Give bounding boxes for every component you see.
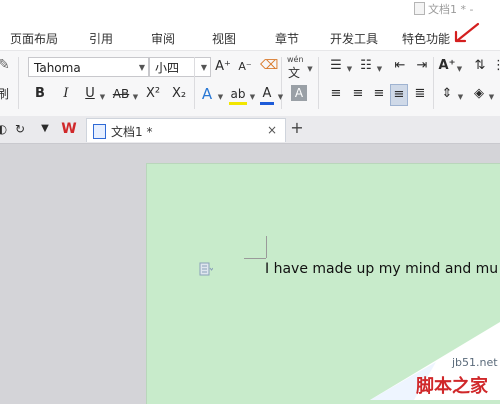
- chevron-down-icon[interactable]: ▼: [488, 87, 495, 107]
- watermark-site: jb51.net: [452, 356, 498, 369]
- bullet-list-icon[interactable]: ☰: [326, 56, 346, 76]
- justify-icon[interactable]: ≡: [390, 84, 408, 106]
- margin-corner-mark: [244, 258, 266, 259]
- document-tab-bar: ◐ ↻ ▼ W 文档1 * × +: [0, 116, 500, 144]
- pinyin-bottom: 文: [288, 66, 301, 80]
- menu-view[interactable]: 视图: [212, 30, 236, 47]
- chevron-down-icon[interactable]: ▼: [456, 59, 463, 79]
- align-right-icon[interactable]: ≡: [371, 84, 387, 104]
- chevron-down-icon[interactable]: ▼: [277, 87, 284, 107]
- document-body-text[interactable]: I have made up my mind and mu: [265, 261, 498, 277]
- window-title: 文档1 * -: [428, 3, 474, 16]
- redo-icon[interactable]: ↻: [14, 119, 26, 139]
- more-icon[interactable]: ⋮: [492, 56, 500, 76]
- subscript-button[interactable]: X₂: [169, 84, 189, 104]
- menu-page-layout[interactable]: 页面布局: [10, 30, 58, 47]
- increase-font-size-button[interactable]: A⁺: [214, 57, 232, 77]
- sort-icon[interactable]: ⇅: [470, 56, 490, 76]
- increase-indent-icon[interactable]: ⇥: [412, 56, 432, 76]
- font-size-select[interactable]: 小四 ▼: [149, 57, 211, 77]
- add-tab-button[interactable]: +: [288, 118, 306, 138]
- chevron-down-icon[interactable]: ▼: [38, 119, 52, 139]
- divider: [318, 57, 319, 109]
- font-color-label: A: [262, 86, 272, 101]
- italic-button[interactable]: I: [58, 84, 74, 104]
- wps-logo-icon[interactable]: W: [60, 119, 78, 139]
- document-icon: [414, 2, 425, 15]
- chevron-down-icon[interactable]: ▼: [99, 87, 106, 107]
- distributed-align-icon[interactable]: ≣: [412, 84, 428, 104]
- tab-label: 文档1 *: [111, 125, 153, 139]
- char-shading-button[interactable]: A: [291, 85, 307, 101]
- font-size-value: 小四: [155, 61, 180, 75]
- annotation-arrow-icon: [454, 22, 480, 43]
- margin-corner-mark: [266, 236, 267, 258]
- font-color-swatch: [260, 102, 274, 105]
- chevron-down-icon[interactable]: ▼: [376, 59, 383, 79]
- font-name-select[interactable]: Tahoma ▼: [28, 57, 149, 77]
- underline-button[interactable]: U: [82, 84, 98, 104]
- format-painter-label: 刷: [0, 87, 9, 101]
- text-direction-icon[interactable]: A⁺: [437, 56, 457, 76]
- format-painter-icon[interactable]: ✎: [0, 55, 10, 75]
- menu-developer-tools[interactable]: 开发工具: [330, 30, 378, 47]
- watermark-name: 脚本之家: [416, 376, 488, 397]
- title-bar: 文档1 * -: [0, 0, 500, 20]
- tab-document-1[interactable]: 文档1 * ×: [86, 118, 286, 142]
- decrease-font-size-button[interactable]: A⁻: [236, 57, 254, 77]
- chevron-down-icon[interactable]: ▼: [306, 59, 314, 79]
- divider: [194, 57, 195, 109]
- decrease-indent-icon[interactable]: ⇤: [390, 56, 410, 76]
- menu-section[interactable]: 章节: [275, 30, 299, 47]
- highlight-button[interactable]: ab: [228, 84, 248, 106]
- chevron-down-icon: ▼: [200, 63, 207, 72]
- menu-special-features[interactable]: 特色功能: [402, 30, 450, 47]
- fill-color-icon[interactable]: ◈: [470, 84, 488, 104]
- chevron-down-icon[interactable]: ▼: [217, 87, 224, 107]
- ribbon-toolbar: ✎ 刷 Tahoma ▼ 小四 ▼ A⁺ A⁻ ⌫ wén 文 ▼ ☰ ▼ ☷ …: [0, 50, 500, 118]
- bold-button[interactable]: B: [32, 84, 48, 104]
- paragraph-handle-icon[interactable]: [199, 262, 213, 276]
- chevron-down-icon[interactable]: ▼: [457, 87, 464, 107]
- highlight-color-swatch: [229, 102, 247, 105]
- menu-review[interactable]: 审阅: [151, 30, 175, 47]
- close-tab-button[interactable]: ×: [267, 123, 277, 137]
- superscript-button[interactable]: X²: [143, 84, 163, 104]
- clear-format-icon[interactable]: ⌫: [260, 56, 278, 76]
- divider: [433, 57, 434, 109]
- nav-back-icon[interactable]: ◐: [0, 119, 8, 139]
- pinyin-top: wén: [287, 55, 304, 64]
- divider: [18, 57, 19, 109]
- font-color-button[interactable]: A: [259, 84, 275, 106]
- strikethrough-button[interactable]: AB: [111, 84, 131, 104]
- menu-bar: 页面布局 引用 审阅 视图 章节 开发工具 特色功能: [0, 20, 500, 50]
- align-left-icon[interactable]: ≡: [328, 84, 344, 104]
- menu-references[interactable]: 引用: [89, 30, 113, 47]
- text-effect-button[interactable]: A: [199, 84, 215, 104]
- line-spacing-icon[interactable]: ⇕: [437, 84, 457, 104]
- font-name-value: Tahoma: [34, 61, 81, 75]
- chevron-down-icon: ▼: [138, 63, 145, 72]
- highlight-label: ab: [230, 87, 246, 101]
- numbered-list-icon[interactable]: ☷: [356, 56, 376, 76]
- pinyin-guide-button[interactable]: wén 文: [285, 55, 305, 80]
- chevron-down-icon[interactable]: ▼: [346, 59, 353, 79]
- document-icon: [93, 124, 106, 139]
- chevron-down-icon[interactable]: ▼: [132, 87, 139, 107]
- chevron-down-icon[interactable]: ▼: [249, 87, 256, 107]
- align-center-icon[interactable]: ≡: [350, 84, 366, 104]
